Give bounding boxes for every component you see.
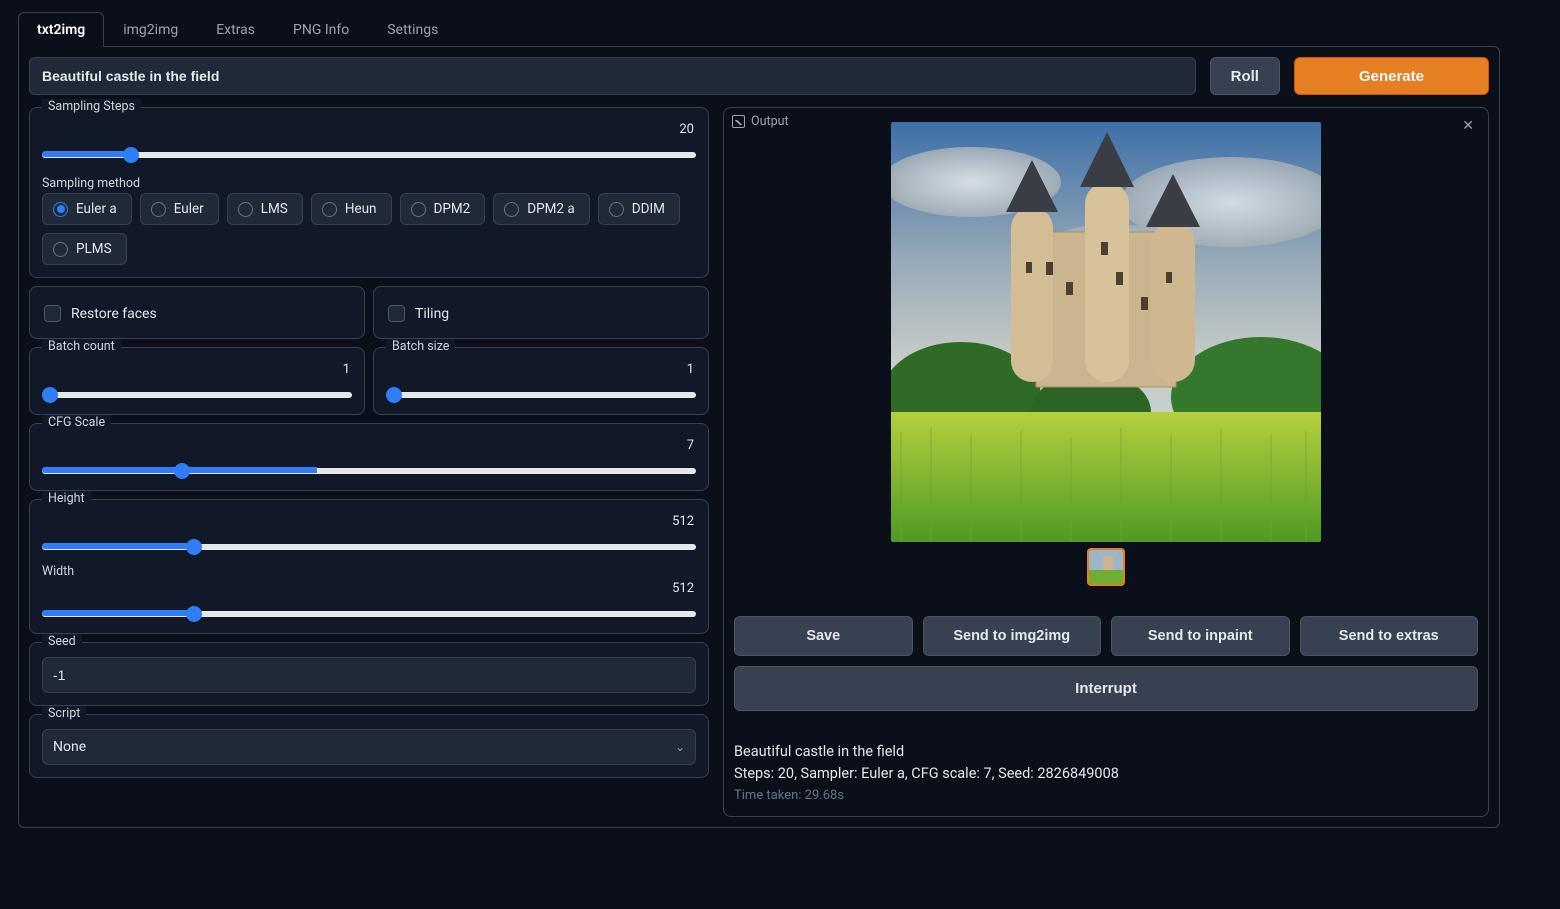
restore-faces-group: Restore faces [29,286,365,339]
result-prompt: Beautiful castle in the field [734,741,1478,763]
batch-count-slider[interactable] [42,392,352,398]
height-label: Height [42,491,91,506]
sampling-steps-value: 20 [42,122,696,137]
output-panel: Output ✕ [723,107,1489,817]
batch-count-value: 1 [42,362,352,377]
close-icon[interactable]: ✕ [1462,118,1474,134]
generate-button[interactable]: Generate [1294,57,1489,95]
radio-heun[interactable]: Heun [311,193,392,225]
cfg-label: CFG Scale [42,415,111,430]
send-extras-button[interactable]: Send to extras [1300,616,1479,656]
output-label: Output [732,114,789,129]
interrupt-button[interactable]: Interrupt [734,666,1478,711]
result-info: Beautiful castle in the field Steps: 20,… [734,741,1478,806]
send-img2img-button[interactable]: Send to img2img [923,616,1102,656]
roll-button[interactable]: Roll [1210,57,1280,95]
sampling-method-radios: Euler a Euler LMS Heun DPM2 DPM2 a DDIM … [42,193,696,265]
tiling-checkbox[interactable] [388,305,405,322]
radio-dpm2[interactable]: DPM2 [400,193,486,225]
restore-faces-label: Restore faces [71,306,157,322]
script-select[interactable]: None ⌄ [42,729,696,765]
sampling-steps-slider[interactable] [42,152,696,158]
output-thumbnail[interactable] [1087,548,1125,586]
batch-size-label: Batch size [386,339,455,354]
save-button[interactable]: Save [734,616,913,656]
batch-size-group: Batch size 1 [373,347,709,415]
output-image[interactable] [891,122,1321,542]
main-panel: Roll Generate Sampling Steps 20 Sampling… [18,46,1500,828]
batch-size-slider[interactable] [386,392,696,398]
script-value: None [53,739,86,755]
radio-euler-a[interactable]: Euler a [42,193,132,225]
cfg-slider[interactable] [42,468,696,474]
seed-group: Seed [29,642,709,706]
tiling-group: Tiling [373,286,709,339]
tab-img2img[interactable]: img2img [104,12,197,47]
image-icon [732,115,745,128]
width-slider[interactable] [42,611,696,617]
batch-count-group: Batch count 1 [29,347,365,415]
radio-plms[interactable]: PLMS [42,233,127,265]
width-value: 512 [42,581,696,596]
radio-lms[interactable]: LMS [227,193,303,225]
result-params: Steps: 20, Sampler: Euler a, CFG scale: … [734,763,1478,785]
tab-txt2img[interactable]: txt2img [18,12,104,47]
tab-pnginfo[interactable]: PNG Info [274,12,368,47]
dims-group: Height 512 Width 512 [29,499,709,634]
restore-faces-checkbox[interactable] [44,305,61,322]
script-group: Script None ⌄ [29,714,709,778]
cfg-value: 7 [42,438,696,453]
send-inpaint-button[interactable]: Send to inpaint [1111,616,1290,656]
batch-size-value: 1 [386,362,696,377]
sampling-group: Sampling Steps 20 Sampling method Euler … [29,107,709,278]
script-label: Script [42,706,86,721]
radio-ddim[interactable]: DDIM [598,193,680,225]
radio-dpm2a[interactable]: DPM2 a [493,193,589,225]
result-time: Time taken: 29.68s [734,786,1478,806]
tab-settings[interactable]: Settings [368,12,457,47]
sampling-steps-label: Sampling Steps [42,99,141,114]
height-value: 512 [42,514,696,529]
batch-count-label: Batch count [42,339,121,354]
sampling-method-label: Sampling method [42,176,696,191]
tab-extras[interactable]: Extras [197,12,274,47]
seed-label: Seed [42,634,82,649]
chevron-down-icon: ⌄ [675,740,685,754]
height-slider[interactable] [42,544,696,550]
prompt-input[interactable] [29,57,1196,95]
width-label: Width [42,564,696,579]
cfg-group: CFG Scale 7 [29,423,709,491]
tiling-label: Tiling [415,306,449,322]
tab-bar: txt2img img2img Extras PNG Info Settings [18,12,1500,47]
radio-euler[interactable]: Euler [140,193,219,225]
seed-input[interactable] [42,657,696,693]
